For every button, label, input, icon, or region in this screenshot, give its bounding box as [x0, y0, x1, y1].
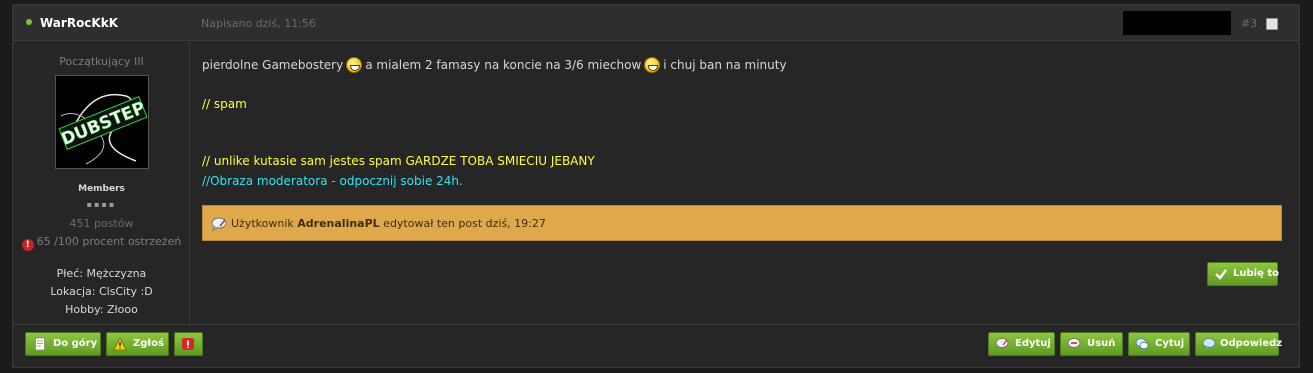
- reply-note: // unlike kutasie sam jestes spam GARDZE…: [202, 154, 595, 168]
- report-label: Zgłoś: [133, 338, 164, 349]
- delete-label: Usuń: [1087, 338, 1116, 349]
- post-number[interactable]: #3: [1241, 17, 1257, 30]
- like-label: Lubię to: [1233, 268, 1279, 279]
- reply-button[interactable]: Odpowiedz: [1195, 332, 1283, 356]
- report-button[interactable]: Zgłoś: [106, 332, 169, 356]
- like-button[interactable]: Lubię to: [1207, 262, 1279, 286]
- online-status-icon: [26, 19, 32, 25]
- author-name[interactable]: WarRocKkK: [40, 16, 118, 30]
- smiley-icon: [346, 57, 363, 73]
- redacted-area: [1123, 11, 1231, 35]
- warning-level[interactable]: ! 65 /100 procent ostrzeżeń: [13, 235, 190, 251]
- alert-triangle-icon: [113, 337, 127, 351]
- edit-text: Użytkownik AdrenalinaPL edytował ten pos…: [231, 217, 546, 230]
- moderator-note: //Obraza moderatora - odpocznij sobie 24…: [202, 174, 463, 188]
- content-text: a mialem 2 famasy na koncie na 3/6 miech…: [365, 58, 642, 72]
- field-gender: Płeć: Mężczyzna: [56, 267, 147, 280]
- post-header: WarRocKkK Napisano dziś, 11:56 #3: [13, 5, 1299, 41]
- content-text: i chuj ban na minuty: [663, 58, 787, 72]
- avatar[interactable]: DUBSTEP: [55, 75, 149, 169]
- smiley-icon: [644, 57, 661, 73]
- trash-icon: [1067, 338, 1081, 348]
- content-text: pierdolne Gamebostery: [202, 58, 344, 72]
- forum-post: WarRocKkK Napisano dziś, 11:56 #3 Począt…: [12, 4, 1300, 368]
- warning-text: 65 /100 procent ostrzeżeń: [36, 235, 182, 248]
- edit-speech-icon: [995, 338, 1009, 348]
- footer-divider: [13, 324, 1299, 325]
- rank-pips: ▪▪▪▪: [86, 200, 117, 209]
- edit-notice: Użytkownik AdrenalinaPL edytował ten pos…: [202, 205, 1282, 241]
- edit-speech-icon: [211, 217, 227, 231]
- quote-icon: [1135, 338, 1149, 350]
- field-hobby: Hobby: Złooo: [65, 303, 138, 316]
- back-to-top-button[interactable]: Do góry: [25, 332, 101, 356]
- member-group: Members: [78, 184, 125, 194]
- reply-icon: [1202, 338, 1216, 350]
- back-to-top-label: Do góry: [53, 338, 98, 349]
- warning-icon: !: [21, 239, 34, 251]
- edit-label: Edytuj: [1015, 338, 1051, 349]
- exclamation-icon: [182, 338, 194, 350]
- edit-button[interactable]: Edytuj: [988, 332, 1055, 356]
- document-icon: [35, 337, 45, 351]
- delete-button[interactable]: Usuń: [1060, 332, 1123, 356]
- check-icon: [1215, 269, 1227, 280]
- author-panel: Początkujący III DUBSTEP Members ▪▪▪▪ 45…: [13, 42, 190, 324]
- select-post-checkbox[interactable]: [1266, 18, 1278, 30]
- quote-label: Cytuj: [1155, 338, 1185, 349]
- content-line-1: pierdolne Gamebostery a mialem 2 famasy n…: [202, 57, 787, 73]
- reply-label: Odpowiedz: [1220, 338, 1283, 349]
- editor-name[interactable]: AdrenalinaPL: [297, 217, 379, 230]
- spam-note: // spam: [202, 97, 247, 111]
- post-date[interactable]: Napisano dziś, 11:56: [201, 17, 316, 30]
- quote-button[interactable]: Cytuj: [1128, 332, 1190, 356]
- field-location: Lokacja: ClsCity :D: [50, 285, 153, 298]
- warn-button[interactable]: [174, 332, 203, 356]
- rank-title: Początkujący III: [59, 55, 144, 68]
- post-count: 451 postów: [69, 217, 134, 230]
